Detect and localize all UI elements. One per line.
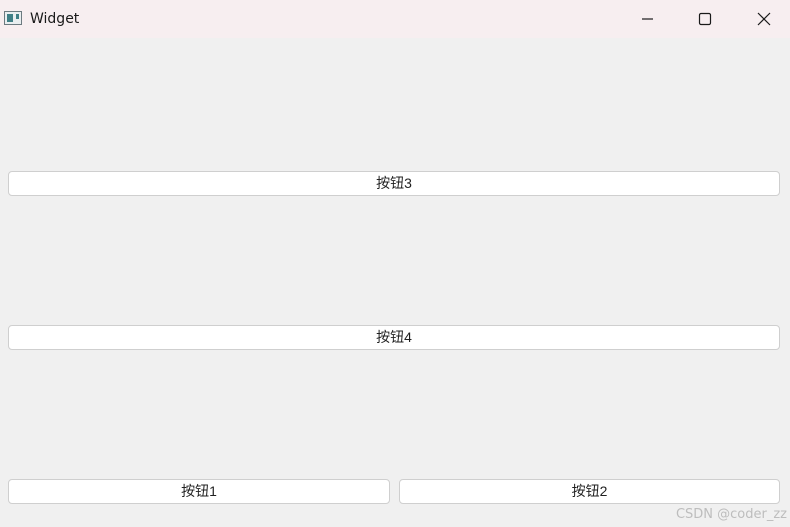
window-title: Widget <box>30 11 80 27</box>
button-1[interactable]: 按钮1 <box>8 479 390 504</box>
title-bar[interactable]: Widget <box>0 0 790 38</box>
button-2[interactable]: 按钮2 <box>399 479 780 504</box>
maximize-icon <box>698 12 712 26</box>
button-4[interactable]: 按钮4 <box>8 325 780 350</box>
close-button[interactable] <box>741 0 787 38</box>
maximize-button[interactable] <box>682 0 728 38</box>
minimize-icon <box>642 18 653 20</box>
close-icon <box>757 12 771 26</box>
button-3[interactable]: 按钮3 <box>8 171 780 196</box>
minimize-button[interactable] <box>624 0 670 38</box>
watermark-text: CSDN @coder_zz <box>675 507 787 522</box>
qt-widget-window: Widget 按钮3 按钮4 按钮1 按钮2 CSDN @coder_zz <box>0 0 790 527</box>
app-window-icon <box>4 11 22 25</box>
